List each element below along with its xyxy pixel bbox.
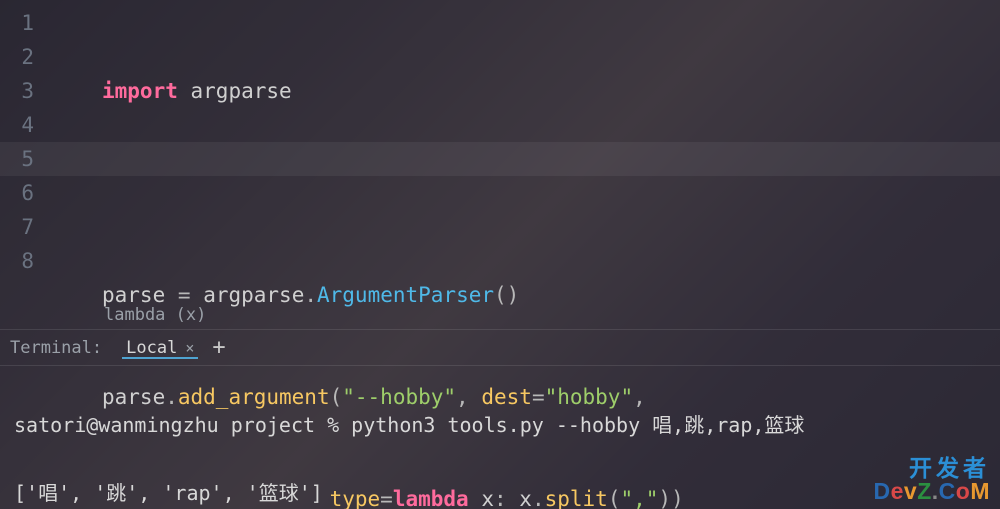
watermark-cn: 开发者 <box>873 457 990 480</box>
terminal-line: ['唱', '跳', 'rap', '篮球'] <box>14 476 986 509</box>
breadcrumb-text: lambda (x) <box>104 305 206 325</box>
line-number-gutter: 1 2 3 4 5 6 7 8 <box>0 0 52 300</box>
line-number: 5 <box>0 142 52 176</box>
terminal-output[interactable]: satori@wanmingzhu project % python3 tool… <box>0 366 1000 509</box>
code-line <box>52 176 684 210</box>
line-number: 6 <box>0 176 52 210</box>
terminal-tab-local[interactable]: Local × <box>122 338 198 358</box>
close-icon[interactable]: × <box>185 339 194 357</box>
terminal-tab-bar: Terminal: Local × + <box>0 330 1000 366</box>
code-line: import argparse <box>52 74 684 108</box>
line-number: 8 <box>0 244 52 278</box>
terminal-tab-label: Local <box>126 338 177 358</box>
line-number: 4 <box>0 108 52 142</box>
code-editor[interactable]: 1 2 3 4 5 6 7 8 import argparse parse = … <box>0 0 1000 300</box>
line-number: 7 <box>0 210 52 244</box>
terminal-line: satori@wanmingzhu project % python3 tool… <box>14 408 986 442</box>
add-terminal-button[interactable]: + <box>212 335 225 360</box>
line-number: 3 <box>0 74 52 108</box>
breadcrumb[interactable]: lambda (x) <box>0 300 1000 330</box>
code-area[interactable]: import argparse parse = argparse.Argumen… <box>52 0 684 300</box>
watermark: 开发者 DevZ.CoM <box>873 457 990 503</box>
line-number: 1 <box>0 6 52 40</box>
line-number: 2 <box>0 40 52 74</box>
terminal-label: Terminal: <box>10 338 102 358</box>
watermark-en: DevZ.CoM <box>873 480 990 503</box>
